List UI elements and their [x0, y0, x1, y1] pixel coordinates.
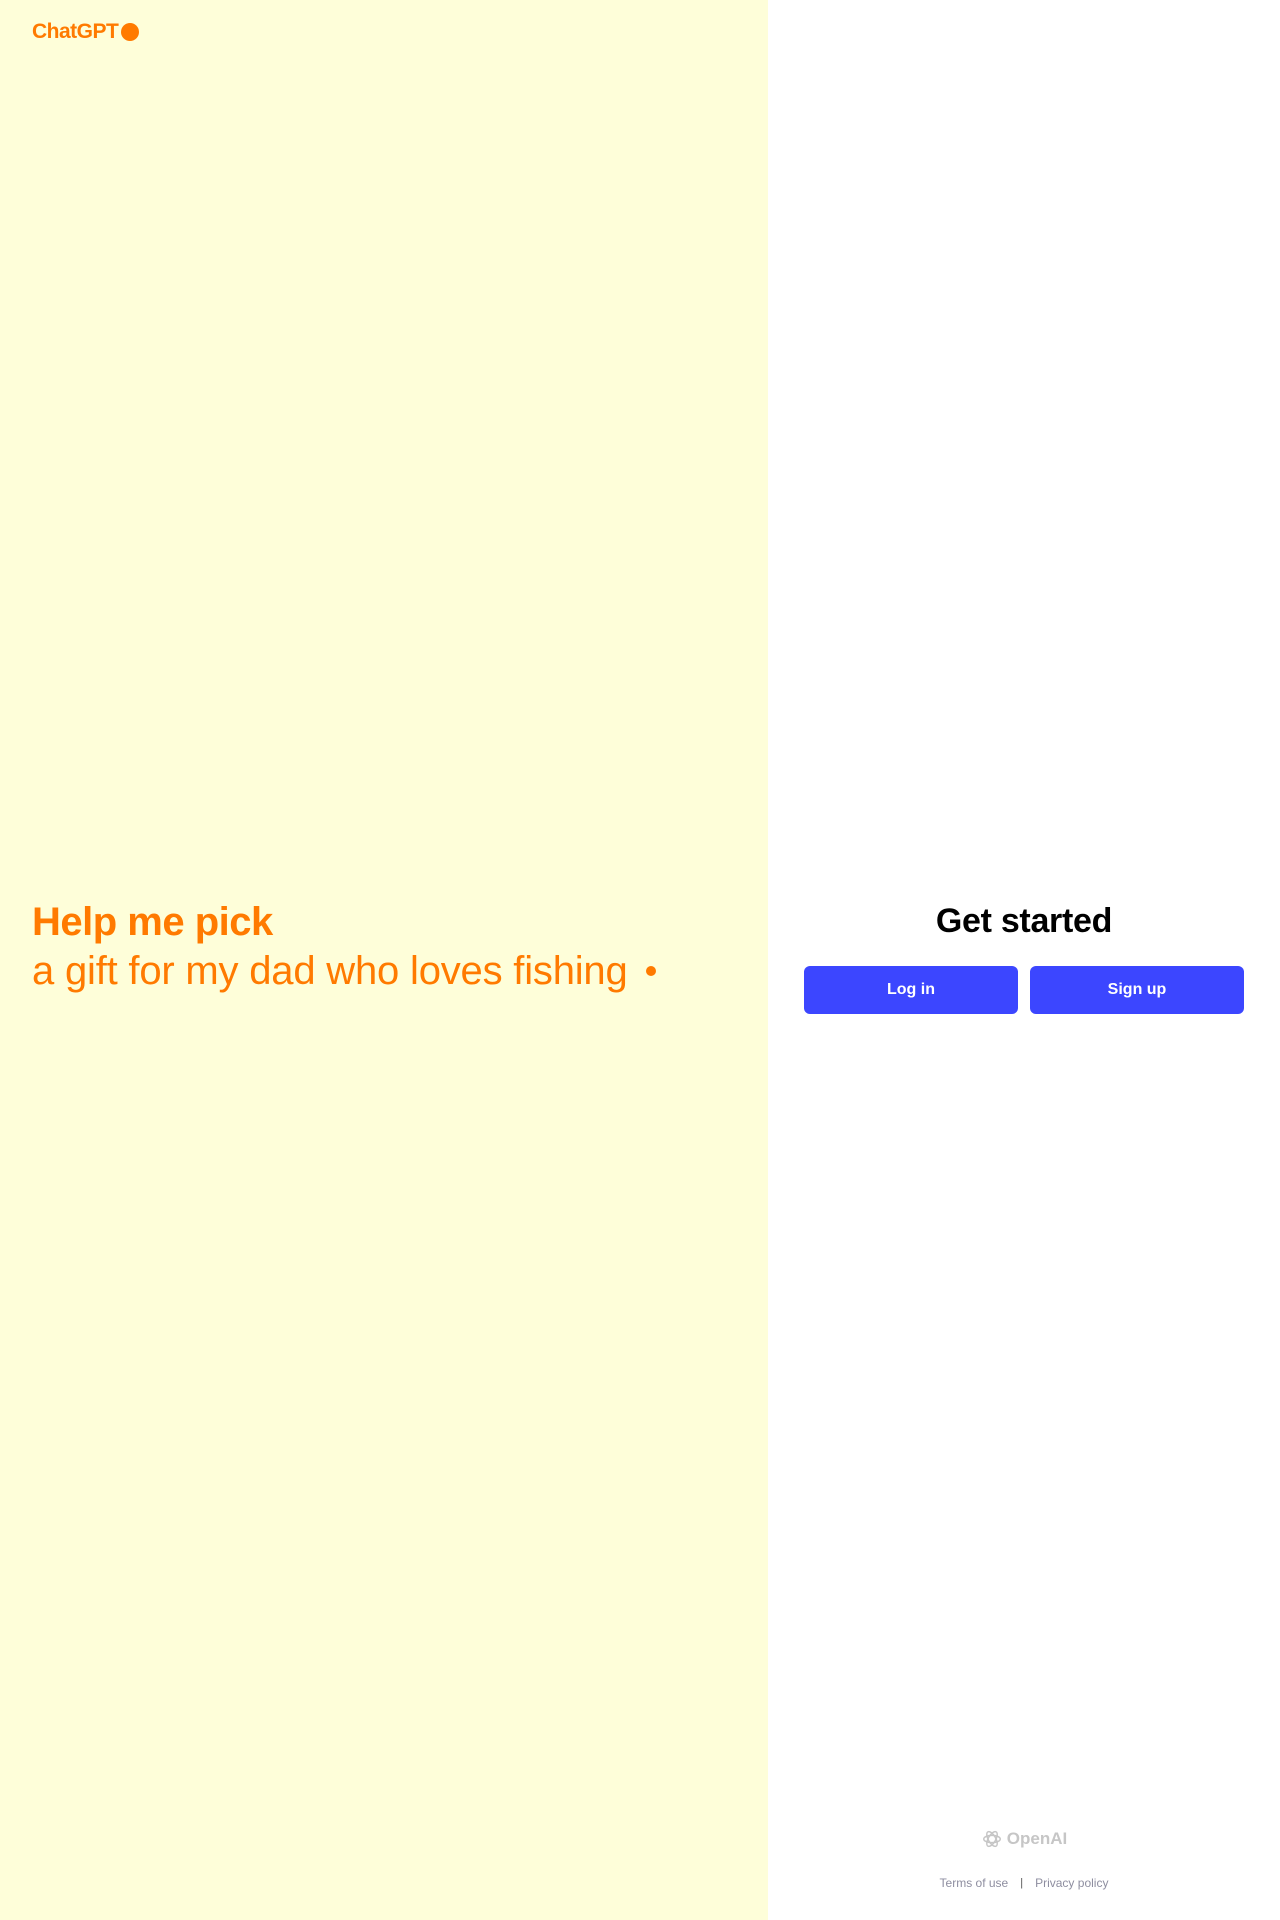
- chatgpt-logo[interactable]: ChatGPT: [32, 20, 140, 44]
- signup-button[interactable]: Sign up: [1030, 966, 1244, 1014]
- brand-dot-icon: [121, 23, 140, 41]
- left-panel: ChatGPT Help me pick a gift for my dad w…: [0, 0, 768, 1920]
- hero-line: a gift for my dad who loves fishing: [32, 946, 656, 996]
- openai-logo-icon: [982, 1830, 1001, 1848]
- hero-title: Help me pick: [32, 900, 273, 944]
- privacy-link[interactable]: Privacy policy: [1035, 1876, 1108, 1890]
- footer-links: Terms of use | Privacy policy: [768, 1876, 1280, 1890]
- terms-link[interactable]: Terms of use: [940, 1876, 1009, 1890]
- hero-prompt: Help me pick a gift for my dad who loves…: [32, 898, 656, 996]
- hero-prompt-text: a gift for my dad who loves fishing: [32, 949, 628, 993]
- typing-cursor-icon: [645, 966, 656, 976]
- login-button[interactable]: Log in: [804, 966, 1018, 1014]
- openai-logo-text: OpenAI: [1006, 1829, 1068, 1848]
- footer-separator: |: [1020, 1877, 1024, 1889]
- brand-name: ChatGPT: [32, 20, 119, 43]
- get-started-heading: Get started: [935, 902, 1113, 940]
- openai-logo: OpenAI: [768, 1828, 1280, 1850]
- right-panel: Get started Log in Sign up OpenAI Terms …: [768, 0, 1280, 1920]
